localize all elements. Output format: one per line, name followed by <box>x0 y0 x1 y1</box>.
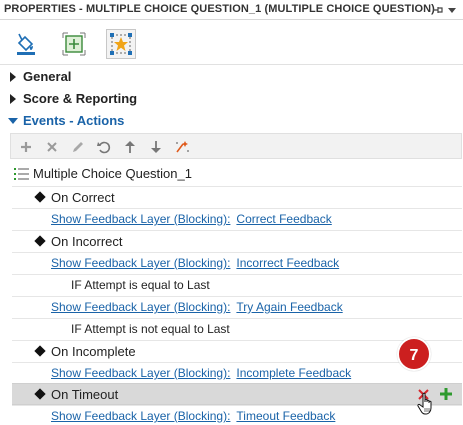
action-row[interactable]: Show Feedback Layer (Blocking): Incomplet… <box>12 362 462 384</box>
action-row[interactable]: Show Feedback Layer (Blocking): Incorrect… <box>12 252 462 274</box>
resize-icon <box>62 32 86 56</box>
condition-label: IF Attempt is equal to Last <box>71 278 210 292</box>
action-link[interactable]: Show Feedback Layer (Blocking): <box>51 409 230 423</box>
hand-cursor-icon <box>417 392 432 415</box>
delete-icon[interactable] <box>43 138 61 156</box>
section-general[interactable]: General <box>0 66 463 88</box>
diamond-icon <box>34 235 46 247</box>
action-row[interactable]: Show Feedback Layer (Blocking): Correct F… <box>12 208 462 230</box>
edit-icon[interactable] <box>69 138 87 156</box>
event-on-incomplete[interactable]: On Incomplete <box>12 340 462 362</box>
action-row[interactable]: Show Feedback Layer (Blocking): Timeout F… <box>12 405 462 425</box>
panel-title-bar: PROPERTIES - MULTIPLE CHOICE QUESTION_1 … <box>0 0 463 20</box>
interaction-tab[interactable] <box>106 29 136 59</box>
target-link[interactable]: Correct Feedback <box>236 212 331 226</box>
action-link[interactable]: Show Feedback Layer (Blocking): <box>51 256 230 270</box>
diamond-icon <box>34 345 46 357</box>
section-general-label: General <box>23 69 72 84</box>
target-link[interactable]: Try Again Feedback <box>236 300 342 314</box>
property-tabs <box>0 21 463 65</box>
action-link[interactable]: Show Feedback Layer (Blocking): <box>51 300 230 314</box>
action-row[interactable]: Show Feedback Layer (Blocking): Try Again… <box>12 296 462 318</box>
diamond-icon <box>34 191 46 203</box>
event-label: On Incorrect <box>51 234 123 249</box>
action-link[interactable]: Show Feedback Layer (Blocking): <box>51 366 230 380</box>
condition-label: IF Attempt is not equal to Last <box>71 322 230 336</box>
add-icon[interactable] <box>17 138 35 156</box>
chevron-down-icon <box>8 118 18 124</box>
step-badge: 7 <box>397 337 431 371</box>
section-events-actions[interactable]: Events - Actions <box>0 110 463 132</box>
paint-bucket-icon <box>17 33 35 55</box>
event-label: On Timeout <box>51 387 119 402</box>
condition-row[interactable]: IF Attempt is not equal to Last <box>12 318 462 340</box>
size-position-tab[interactable] <box>59 29 89 59</box>
magic-wand-icon[interactable] <box>173 138 191 156</box>
add-action-icon[interactable] <box>439 387 453 401</box>
event-on-correct[interactable]: On Correct <box>12 186 462 208</box>
target-link[interactable]: Timeout Feedback <box>236 409 335 423</box>
events-toolbar <box>10 133 462 159</box>
chevron-right-icon <box>10 94 16 104</box>
move-down-icon[interactable] <box>147 138 165 156</box>
panel-title: PROPERTIES - MULTIPLE CHOICE QUESTION_1 … <box>4 3 435 15</box>
list-icon <box>14 168 29 180</box>
target-link[interactable]: Incomplete Feedback <box>236 366 351 380</box>
event-label: On Incomplete <box>51 344 136 359</box>
condition-row[interactable]: IF Attempt is equal to Last <box>12 274 462 296</box>
section-score-reporting[interactable]: Score & Reporting <box>0 88 463 110</box>
diamond-icon <box>34 388 46 400</box>
dropdown-menu-icon[interactable] <box>446 4 458 16</box>
event-on-timeout[interactable]: On Timeout <box>12 383 462 405</box>
target-link[interactable]: Incorrect Feedback <box>236 256 339 270</box>
pin-icon[interactable] <box>432 4 444 16</box>
section-events-actions-label: Events - Actions <box>23 113 125 128</box>
undo-icon[interactable] <box>95 138 113 156</box>
event-on-incorrect[interactable]: On Incorrect <box>12 230 462 252</box>
tree-root-label: Multiple Choice Question_1 <box>33 166 192 181</box>
fill-style-tab[interactable] <box>11 29 41 59</box>
move-up-icon[interactable] <box>121 138 139 156</box>
event-label: On Correct <box>51 190 115 205</box>
action-link[interactable]: Show Feedback Layer (Blocking): <box>51 212 230 226</box>
star-selection-icon <box>110 33 132 55</box>
section-score-reporting-label: Score & Reporting <box>23 91 138 106</box>
chevron-right-icon <box>10 72 16 82</box>
